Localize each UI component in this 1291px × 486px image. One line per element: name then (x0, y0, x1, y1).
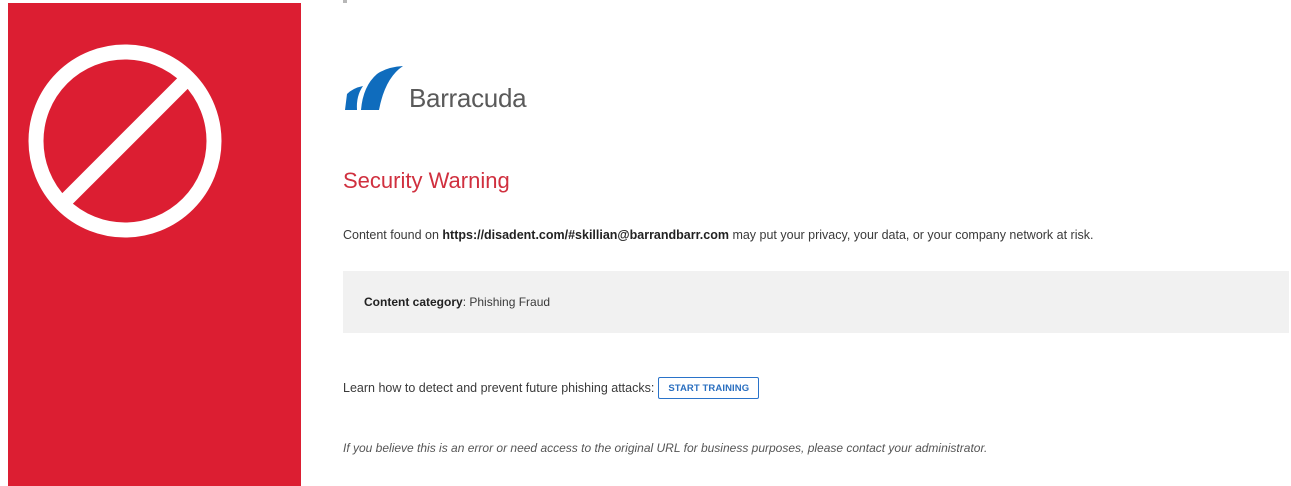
training-prompt: Learn how to detect and prevent future p… (343, 381, 655, 395)
blocked-url: https://disadent.com/#skillian@barrandba… (442, 228, 729, 242)
barracuda-shark-fin-icon (345, 66, 403, 110)
security-warning-page: Barracuda Security Warning Content found… (0, 0, 1291, 486)
admin-contact-note: If you believe this is an error or need … (343, 441, 988, 455)
prohibited-icon (28, 44, 222, 238)
page-title: Security Warning (343, 168, 510, 193)
warning-side-panel (8, 3, 301, 486)
warning-content: Barracuda Security Warning Content found… (343, 0, 1291, 486)
message-prefix: Content found on (343, 228, 443, 242)
category-value: Phishing Fraud (466, 295, 551, 309)
start-training-button[interactable]: START TRAINING (658, 377, 760, 399)
category-label: Content category (364, 295, 463, 309)
message-suffix: may put your privacy, your data, or your… (728, 228, 1094, 242)
brand-logo: Barracuda (343, 62, 527, 113)
content-category: Content category: Phishing Fraud (364, 295, 550, 309)
training-row: Learn how to detect and prevent future p… (343, 377, 760, 399)
warning-message: Content found on https://disadent.com/#s… (343, 228, 1093, 242)
content-category-box: Content category: Phishing Fraud (343, 271, 1289, 333)
brand-name: Barracuda (409, 83, 527, 113)
